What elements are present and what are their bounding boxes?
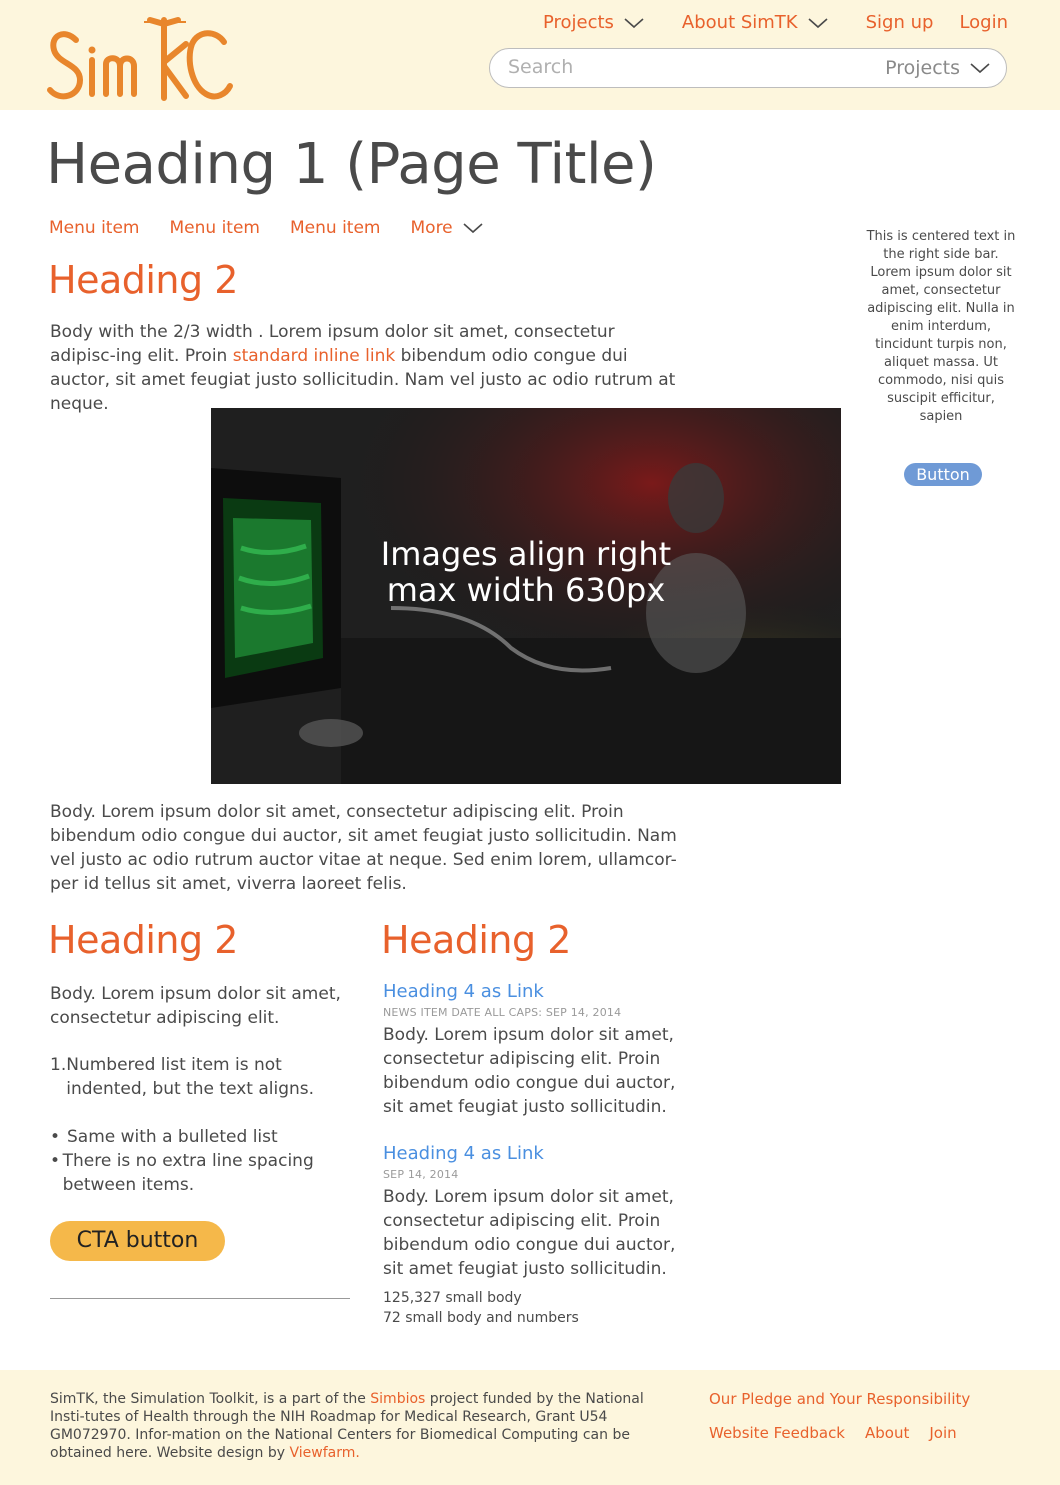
news-date: NEWS ITEM DATE ALL CAPS: SEP 14, 2014	[383, 1006, 622, 1019]
sidebar-text: This is centered text in the right side …	[866, 229, 1016, 424]
chevron-down-icon	[808, 17, 828, 28]
site-footer: SimTK, the Simulation Toolkit, is a part…	[0, 1370, 1060, 1485]
news-body: Body. Lorem ipsum dolor sit amet, consec…	[383, 1187, 676, 1279]
hero-image: Images align right max width 630px	[211, 408, 841, 784]
simtk-logo[interactable]	[46, 10, 236, 110]
list-item-text: Same with a bulleted list	[67, 1127, 278, 1147]
image-caption: Images align right max width 630px	[211, 536, 841, 608]
chevron-down-icon	[970, 63, 990, 74]
sub-nav: Menu item Menu item Menu item More	[49, 218, 513, 238]
list-number: 1.	[50, 1055, 67, 1075]
list-item-text: There is no extra line spacing between i…	[62, 1151, 314, 1195]
list-item-text: Numbered list item is not indented, but …	[66, 1055, 315, 1099]
footer-links: Our Pledge and Your Responsibility Websi…	[709, 1390, 990, 1458]
nav-about[interactable]: About SimTK	[682, 12, 828, 33]
news-title-link[interactable]: Heading 4 as Link	[383, 1143, 544, 1164]
page-title: Heading 1 (Page Title)	[46, 132, 657, 197]
chevron-down-icon	[624, 17, 644, 28]
search-input[interactable]: Search	[508, 56, 573, 78]
subnav-item-3[interactable]: Menu item	[290, 218, 381, 238]
site-header: Projects About SimTK Sign up Login Searc…	[0, 0, 1060, 110]
simbios-link[interactable]: Simbios	[370, 1391, 425, 1407]
nav-about-label: About SimTK	[681, 12, 798, 33]
small-body-1: 125,327 small body	[383, 1290, 522, 1306]
image-caption-line2: max width 630px	[386, 571, 666, 609]
left-heading: Heading 2	[48, 918, 238, 962]
footer-text: SimTK, the Simulation Toolkit, is a part…	[50, 1390, 680, 1462]
cta-button[interactable]: CTA button	[50, 1221, 225, 1261]
subnav-more[interactable]: More	[411, 218, 483, 238]
news-date: SEP 14, 2014	[383, 1168, 459, 1181]
list-item: 1. Numbered list item is not indented, b…	[50, 1053, 350, 1101]
left-body: Body. Lorem ipsum dolor sit amet, consec…	[50, 984, 341, 1028]
feedback-link[interactable]: Website Feedback	[709, 1424, 845, 1442]
pledge-link[interactable]: Our Pledge and Your Responsibility	[709, 1390, 970, 1408]
search-scope-label: Projects	[885, 57, 960, 79]
divider	[50, 1298, 350, 1299]
intro-paragraph: Body with the 2/3 width . Lorem ipsum do…	[50, 320, 685, 416]
nav-login[interactable]: Login	[959, 12, 1008, 33]
join-link[interactable]: Join	[929, 1424, 956, 1442]
subnav-item-2[interactable]: Menu item	[170, 218, 261, 238]
nav-signup[interactable]: Sign up	[866, 12, 934, 33]
search-scope-select[interactable]: Projects	[885, 57, 990, 79]
body-paragraph: Body. Lorem ipsum dolor sit amet, consec…	[50, 802, 677, 894]
search-bar[interactable]: Search Projects	[489, 48, 1007, 88]
main-heading: Heading 2	[48, 258, 238, 302]
viewfarm-link[interactable]: Viewfarm.	[289, 1445, 359, 1461]
bulleted-list: • Same with a bulleted list • There is n…	[50, 1125, 350, 1197]
news-body: Body. Lorem ipsum dolor sit amet, consec…	[383, 1025, 676, 1117]
inline-link[interactable]: standard inline link	[233, 346, 395, 366]
image-caption-line1: Images align right	[380, 535, 672, 573]
small-body-2: 72 small body and numbers	[383, 1310, 579, 1326]
list-item: • Same with a bulleted list	[50, 1125, 350, 1149]
nav-projects[interactable]: Projects	[543, 12, 644, 33]
right-heading: Heading 2	[381, 918, 571, 962]
sidebar-button[interactable]: Button	[904, 463, 982, 486]
top-nav: Projects About SimTK Sign up Login	[543, 12, 1008, 33]
bullet-icon: •	[50, 1151, 61, 1171]
footer-text-part: SimTK, the Simulation Toolkit, is a part…	[50, 1391, 371, 1407]
list-item: • There is no extra line spacing between…	[50, 1149, 350, 1197]
about-link[interactable]: About	[865, 1424, 909, 1442]
subnav-more-label: More	[410, 218, 453, 238]
news-title-link[interactable]: Heading 4 as Link	[383, 981, 544, 1002]
bullet-icon: •	[50, 1127, 61, 1147]
numbered-list: 1. Numbered list item is not indented, b…	[50, 1053, 350, 1101]
subnav-item-1[interactable]: Menu item	[49, 218, 140, 238]
chevron-down-icon	[463, 223, 483, 234]
nav-projects-label: Projects	[542, 12, 614, 33]
